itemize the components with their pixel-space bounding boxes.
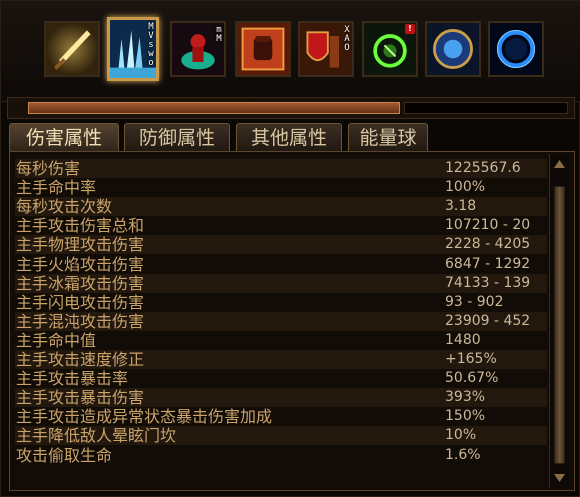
character-stats-window: MVswo mM XAO! 伤害属性 防御属性 其他属性 能量球 每秒伤害 12255… — [0, 0, 580, 497]
experience-bar-empty — [404, 102, 568, 114]
stat-row: 攻击偷取生命 1.6% — [15, 446, 547, 465]
stat-value: 1225567.6 — [445, 160, 521, 176]
stat-value: +165% — [445, 351, 497, 367]
stat-value: 100% — [445, 179, 486, 196]
stat-value: 50.67% — [445, 370, 499, 387]
stat-value: 6847 - 1292 — [445, 255, 531, 272]
stat-row: 主手闪电攻击伤害 93 - 902 — [15, 293, 547, 312]
stat-value: 74133 - 139 — [445, 274, 531, 291]
stat-label: 主手攻击造成异常状态暴击伤害加成 — [16, 407, 273, 427]
blood-ritual-skill-icon[interactable]: mM — [170, 21, 226, 77]
stat-label: 主手命中值 — [16, 330, 97, 350]
stats-panel: 每秒伤害 1225567.6 主手命中率 100% 每秒攻击次数 3.18 主手攻击伤害总和… — [9, 151, 575, 491]
portal-skill-icon[interactable] — [488, 21, 544, 77]
alert-badge: ! — [405, 24, 415, 34]
stat-label: 攻击偷取生命 — [16, 445, 113, 465]
skill-hotkey-label: mM — [214, 25, 224, 43]
stat-label: 主手攻击伤害总和 — [16, 216, 145, 236]
scroll-down-arrow-icon[interactable] — [553, 472, 566, 484]
stat-label: 主手攻击暴击伤害 — [16, 388, 145, 408]
stat-label: 主手物理攻击伤害 — [16, 235, 145, 255]
skill-hotkey-label: MVswo — [146, 22, 156, 67]
fist-skill-icon[interactable] — [235, 21, 291, 77]
stat-label: 主手冰霜攻击伤害 — [16, 273, 145, 293]
stat-row: 主手攻击速度修正 +165% — [15, 350, 547, 369]
stat-value: 23909 - 452 — [445, 312, 531, 329]
stat-label: 每秒伤害 — [16, 159, 81, 178]
scroll-up-arrow-icon[interactable] — [553, 158, 566, 170]
sword-skill-icon[interactable] — [44, 21, 100, 77]
stat-row: 主手火焰攻击伤害 6847 - 1292 — [15, 255, 547, 274]
tab-defense[interactable]: 防御属性 — [124, 123, 230, 152]
stat-value: 150% — [445, 408, 486, 425]
stat-value: 107210 - 20 — [445, 217, 531, 234]
stat-label: 主手攻击速度修正 — [16, 350, 145, 369]
stat-label: 每秒攻击次数 — [16, 197, 113, 217]
stat-label: 主手命中率 — [16, 178, 97, 198]
skill-bar: MVswo mM XAO! — [1, 1, 580, 102]
stat-row: 主手攻击暴击率 50.67% — [15, 369, 547, 388]
stat-label: 主手混沌攻击伤害 — [16, 311, 145, 331]
arcane-orb-skill-icon[interactable] — [425, 21, 481, 77]
tab-energy-orb[interactable]: 能量球 — [348, 123, 428, 152]
stat-label: 主手火焰攻击伤害 — [16, 254, 145, 274]
stat-row: 主手混沌攻击伤害 23909 - 452 — [15, 311, 547, 331]
stat-value: 393% — [445, 389, 486, 406]
stat-label: 主手降低敌人晕眩门坎 — [16, 426, 177, 446]
stat-value: 10% — [445, 427, 477, 444]
stat-row: 主手冰霜攻击伤害 74133 - 139 — [15, 273, 547, 293]
scrollbar[interactable] — [549, 154, 570, 488]
stat-value: 1.6% — [445, 446, 481, 463]
stat-value: 3.18 — [445, 198, 477, 215]
stat-value: 2228 - 4205 — [445, 236, 531, 253]
experience-bar — [7, 97, 575, 119]
stat-label: 主手攻击暴击率 — [16, 369, 129, 389]
stat-row: 主手攻击暴击伤害 393% — [15, 388, 547, 408]
ice-spikes-skill-icon[interactable]: MVswo — [107, 17, 159, 81]
experience-bar-fill — [28, 102, 400, 114]
stat-row: 主手命中率 100% — [15, 178, 547, 197]
stat-row: 主手降低敌人晕眩门坎 10% — [15, 426, 547, 446]
stat-row: 每秒攻击次数 3.18 — [15, 197, 547, 217]
stat-row: 主手攻击造成异常状态暴击伤害加成 150% — [15, 407, 547, 426]
stat-row: 主手物理攻击伤害 2228 - 4205 — [15, 235, 547, 255]
stat-row: 主手命中值 1480 — [15, 331, 547, 350]
stats-list: 每秒伤害 1225567.6 主手命中率 100% 每秒攻击次数 3.18 主手攻击伤害总和… — [15, 159, 547, 489]
stat-value: 93 - 902 — [445, 293, 504, 310]
poison-ring-skill-icon[interactable]: ! — [362, 21, 418, 77]
stat-value: 1480 — [445, 331, 481, 348]
stat-label: 主手闪电攻击伤害 — [16, 292, 145, 312]
shield-warrior-skill-icon[interactable]: XAO — [298, 21, 354, 77]
scrollbar-thumb[interactable] — [554, 186, 565, 464]
skill-hotkey-label: XAO — [342, 25, 352, 52]
tab-other[interactable]: 其他属性 — [236, 123, 342, 152]
stat-row: 每秒伤害 1225567.6 — [15, 159, 547, 178]
stat-row: 主手攻击伤害总和 107210 - 20 — [15, 216, 547, 235]
